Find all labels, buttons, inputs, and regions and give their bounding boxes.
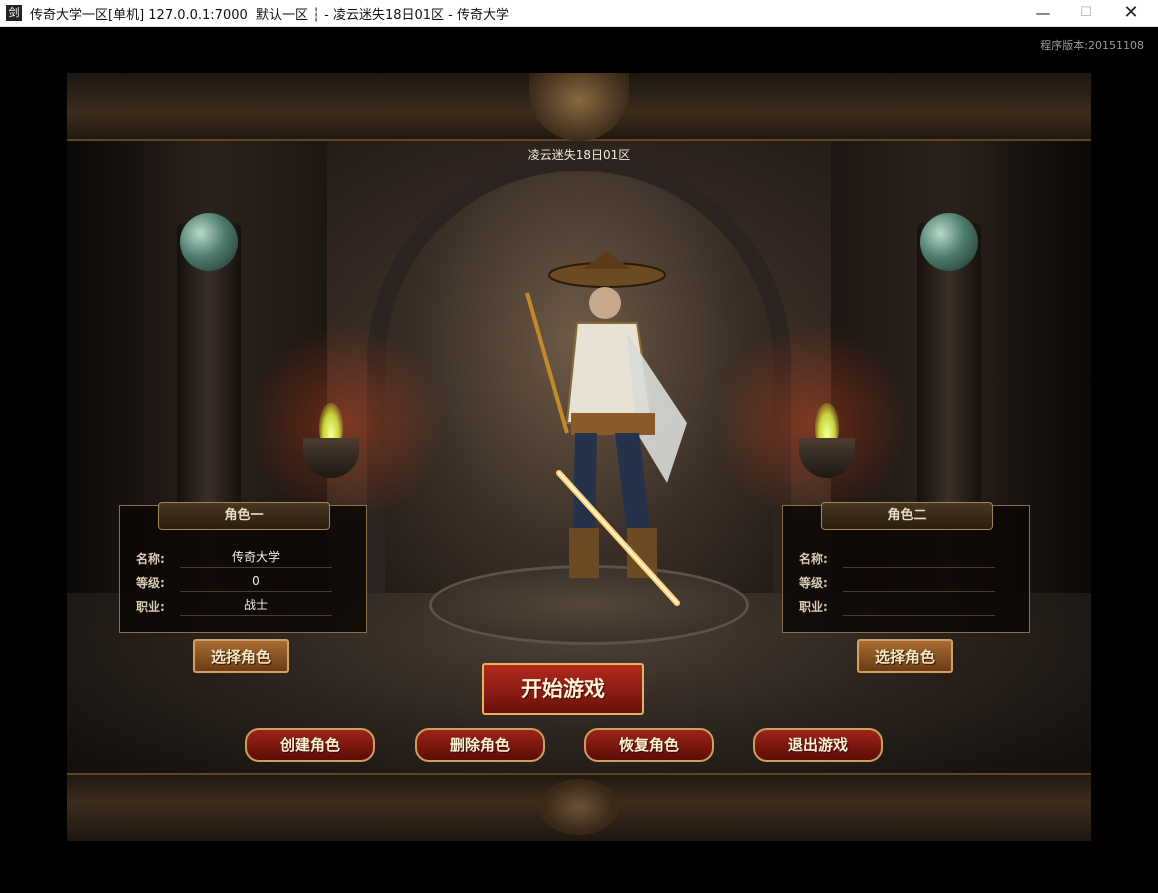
role-one-name-value: 传奇大学: [180, 548, 332, 568]
role-two-level-value: [843, 572, 995, 592]
exit-game-button[interactable]: 退出游戏: [753, 728, 883, 762]
left-fire-glow: [247, 323, 447, 523]
server-name: 凌云迷失18日01区: [527, 148, 631, 162]
role-one-class-row: 职业: 战士: [136, 596, 332, 616]
maximize-button[interactable]: ☐: [1063, 0, 1109, 26]
role-two-panel[interactable]: 角色二 名称: 等级: 职业:: [782, 502, 1030, 633]
role-one-name-row: 名称: 传奇大学: [136, 548, 332, 568]
jade-orb-icon: [920, 213, 978, 271]
role-two-class-value: [843, 596, 995, 616]
window-title: 传奇大学一区[单机] 127.0.0.1:7000 默认一区 ┆ - 凌云迷失1…: [30, 8, 509, 23]
close-button[interactable]: ✕: [1108, 0, 1154, 26]
role-two-name-value: [843, 548, 995, 568]
minimize-button[interactable]: —: [1020, 0, 1066, 26]
role-two-title: 角色二: [821, 502, 993, 530]
footer-emblem-icon: [539, 779, 619, 835]
start-game-button[interactable]: 开始游戏: [482, 663, 644, 715]
name-label: 名称:: [136, 552, 165, 566]
role-one-panel[interactable]: 角色一 名称: 传奇大学 等级: 0 职业: 战士: [119, 502, 367, 633]
role-one-level-row: 等级: 0: [136, 572, 332, 592]
warrior-character[interactable]: [487, 233, 707, 613]
create-role-button[interactable]: 创建角色: [245, 728, 375, 762]
right-fire-glow: [711, 323, 911, 523]
role-one-level-value: 0: [180, 572, 332, 592]
version-label: 程序版本:20151108: [1040, 39, 1144, 52]
role-one-class-value: 战士: [180, 596, 332, 616]
jade-orb-icon: [180, 213, 238, 271]
class-label: 职业:: [799, 600, 828, 614]
select-role-two-button[interactable]: 选择角色: [857, 639, 953, 673]
delete-role-button[interactable]: 删除角色: [415, 728, 545, 762]
restore-role-button[interactable]: 恢复角色: [584, 728, 714, 762]
window-title-bar[interactable]: 剑 传奇大学一区[单机] 127.0.0.1:7000 默认一区 ┆ - 凌云迷…: [0, 0, 1158, 27]
role-one-title: 角色一: [158, 502, 330, 530]
character-select-scene: 凌云迷失18日01区 角色一 名称: 传奇大学 等级: 0 职业: 战士 角色二…: [67, 73, 1091, 841]
class-label: 职业:: [136, 600, 165, 614]
role-two-class-row: 职业:: [799, 596, 995, 616]
role-two-level-row: 等级:: [799, 572, 995, 592]
level-label: 等级:: [799, 576, 828, 590]
name-label: 名称:: [799, 552, 828, 566]
sword-app-icon[interactable]: 剑: [6, 5, 22, 21]
level-label: 等级:: [136, 576, 165, 590]
select-role-one-button[interactable]: 选择角色: [193, 639, 289, 673]
role-two-name-row: 名称:: [799, 548, 995, 568]
